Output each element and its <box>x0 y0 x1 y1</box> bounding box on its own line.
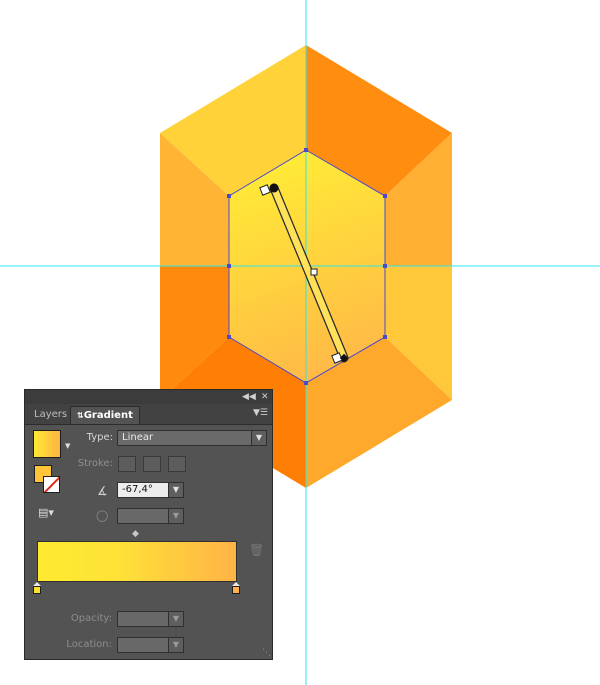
tab-gradient[interactable]: ⇅Gradient <box>70 406 140 424</box>
double-chevron-left-icon[interactable]: ◀◀ <box>242 391 256 403</box>
chevron-down-icon[interactable]: ▼ <box>168 483 183 497</box>
angle-value: -67,4° <box>122 484 153 495</box>
stroke-none-swatch[interactable] <box>43 476 60 493</box>
chevron-down-icon[interactable]: ▼ <box>168 638 183 652</box>
tab-gradient-label: Gradient <box>83 410 133 421</box>
gradient-slider[interactable] <box>37 541 237 582</box>
chevron-down-icon[interactable]: ▼ <box>65 442 70 450</box>
opacity-input[interactable]: ▼ <box>117 611 184 627</box>
chevron-down-icon[interactable]: ▼ <box>251 431 266 445</box>
aspect-ratio-icon: ◯ <box>96 509 109 522</box>
angle-icon: ∡ <box>97 484 108 498</box>
stroke-label: Stroke: <box>77 458 113 469</box>
stroke-within-button[interactable] <box>118 456 136 472</box>
stroke-along-button[interactable] <box>143 456 161 472</box>
gradient-swatch[interactable] <box>33 430 61 458</box>
tab-stepper-icon: ⇅ <box>77 411 84 420</box>
gradient-stop-end[interactable] <box>232 582 240 594</box>
chevron-down-icon[interactable]: ▼ <box>168 612 183 626</box>
trash-icon[interactable]: 🗑 <box>249 543 264 557</box>
location-label: Location: <box>66 639 112 650</box>
stroke-across-button[interactable] <box>168 456 186 472</box>
location-input[interactable]: ▼ <box>117 637 184 653</box>
panel-title-bar[interactable]: ◀◀ ✕ <box>25 390 272 405</box>
reverse-gradient-icon[interactable]: ▤▾ <box>38 506 54 519</box>
gradient-midpoint-diamond[interactable]: ◆ <box>132 529 139 539</box>
chevron-down-icon[interactable]: ▼ <box>168 509 183 523</box>
type-dropdown[interactable]: Linear ▼ <box>117 430 267 446</box>
angle-input[interactable]: -67,4° ▼ <box>117 482 184 498</box>
panel-menu-icon[interactable]: ▼☰ <box>253 408 268 418</box>
annotator-origin-point[interactable] <box>269 183 279 193</box>
type-label: Type: <box>86 432 113 443</box>
type-value: Linear <box>122 432 154 443</box>
resize-grip-icon[interactable]: ⋱ <box>262 648 271 658</box>
aspect-ratio-input[interactable]: ▼ <box>117 508 184 524</box>
gradient-stop-start[interactable] <box>33 582 41 594</box>
panel-tabs: Layers ⇅Gradient ▼☰ <box>25 404 272 425</box>
close-icon[interactable]: ✕ <box>261 391 269 403</box>
annotator-midpoint[interactable] <box>310 268 318 276</box>
tab-layers[interactable]: Layers <box>28 406 73 424</box>
opacity-label: Opacity: <box>70 613 112 624</box>
